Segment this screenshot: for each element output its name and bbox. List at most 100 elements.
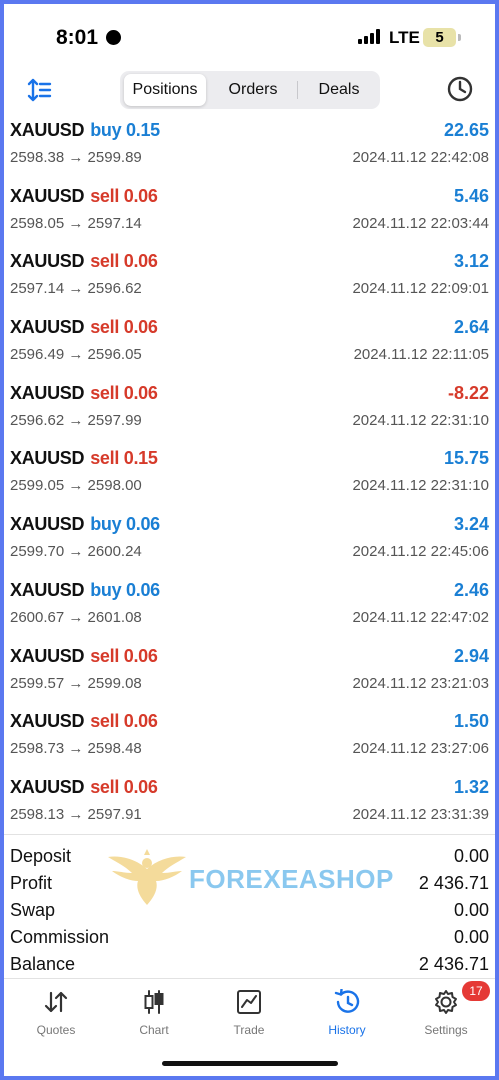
- deal-prices: 2599.70 → 2600.24: [10, 543, 142, 561]
- symbol-name: XAUUSD: [10, 448, 85, 469]
- symbol-name: XAUUSD: [10, 579, 85, 600]
- quotes-icon: [44, 991, 68, 1013]
- deal-profit: -8.22: [447, 382, 489, 403]
- side-label: sell: [90, 448, 120, 469]
- deal-profit: 2.94: [453, 645, 489, 666]
- tab-trade-label: Trade: [233, 1023, 265, 1037]
- volume-label: 0.06: [123, 185, 158, 206]
- clock-icon[interactable]: [446, 75, 474, 103]
- deal-time: 2024.11.12 23:21:03: [352, 674, 489, 692]
- tab-orders[interactable]: Orders: [212, 74, 294, 106]
- deal-side: sell 0.06: [90, 185, 158, 206]
- volume-label: 0.06: [123, 251, 158, 272]
- symbol-name: XAUUSD: [10, 317, 85, 338]
- deal-time: 2024.11.12 23:31:39: [352, 805, 489, 823]
- deal-profit: 1.50: [453, 711, 489, 732]
- symbol-name: XAUUSD: [10, 711, 85, 732]
- status-time: 8:01: [56, 26, 99, 49]
- deal-row[interactable]: XAUUSD sell 0.06 2.64 2596.49 → 2596.05 2024…: [4, 313, 495, 379]
- summary-value: 2 436.71: [418, 873, 489, 893]
- settings-badge: 17: [462, 981, 490, 1001]
- volume-label: 0.15: [123, 448, 158, 469]
- symbol-name: XAUUSD: [10, 120, 85, 140]
- deal-row[interactable]: XAUUSD buy 0.06 2.46 2600.67 → 2601.08 2024.…: [4, 576, 495, 642]
- deal-profit: 22.65: [443, 120, 489, 140]
- deal-symbol: XAUUSD sell 0.06: [10, 317, 158, 338]
- deal-prices: 2599.05 → 2598.00: [10, 477, 142, 495]
- tab-quotes[interactable]: Quotes: [16, 989, 96, 1043]
- deal-prices: 2598.38 → 2599.89: [10, 149, 142, 166]
- tab-history[interactable]: History: [307, 989, 387, 1043]
- tab-settings[interactable]: 17 Settings: [406, 981, 490, 1043]
- tab-trade[interactable]: Trade: [209, 989, 289, 1043]
- side-label: sell: [90, 185, 120, 206]
- summary-label: Commission: [10, 927, 110, 947]
- deal-row[interactable]: XAUUSD buy 0.06 3.24 2599.70 → 2600.24 2024.…: [4, 510, 495, 576]
- volume-label: 0.06: [123, 645, 158, 666]
- symbol-name: XAUUSD: [10, 776, 85, 797]
- deal-row[interactable]: XAUUSD sell 0.06 2.94 2599.57 → 2599.08 2024…: [4, 642, 495, 708]
- summary-label: Deposit: [10, 846, 72, 866]
- deal-symbol: XAUUSD sell 0.06: [10, 646, 158, 667]
- summary-row: Balance 2 436.71: [4, 949, 495, 976]
- deal-profit: 15.75: [443, 448, 489, 469]
- deal-time: 2024.11.12 23:27:06: [352, 740, 489, 758]
- deal-prices: 2598.05 → 2597.14: [10, 214, 142, 232]
- volume-label: 0.06: [126, 514, 160, 535]
- deal-prices: 2596.49 → 2596.05: [10, 346, 142, 364]
- deal-symbol: XAUUSD buy 0.15: [10, 120, 160, 141]
- tab-quotes-label: Quotes: [36, 1023, 76, 1037]
- deal-time: 2024.11.12 22:09:01: [352, 280, 489, 298]
- deal-symbol: XAUUSD sell 0.06: [10, 383, 158, 404]
- deals-list: XAUUSD buy 0.15 22.65 2598.38 → 2599.89 2024…: [4, 116, 495, 839]
- deal-symbol: XAUUSD sell 0.06: [10, 711, 158, 732]
- deal-prices: 2599.57 → 2599.08: [10, 674, 142, 692]
- sort-icon[interactable]: [26, 77, 54, 103]
- tab-positions[interactable]: Positions: [124, 74, 206, 106]
- deal-row[interactable]: XAUUSD buy 0.15 22.65 2598.38 → 2599.89 2024…: [4, 116, 495, 182]
- deal-profit: 3.12: [453, 251, 489, 272]
- deal-time: 2024.11.12 22:31:10: [352, 411, 489, 429]
- deal-profit: 2.46: [453, 579, 489, 600]
- deal-side: sell 0.06: [90, 251, 158, 272]
- history-icon: [334, 989, 360, 1013]
- eagle-logo-icon: [106, 849, 188, 909]
- settings-icon: [435, 990, 457, 1014]
- tab-deals[interactable]: Deals: [300, 74, 378, 106]
- deal-symbol: XAUUSD sell 0.06: [10, 777, 158, 798]
- home-indicator[interactable]: [162, 1061, 338, 1066]
- deal-time: 2024.11.12 22:42:08: [352, 149, 489, 166]
- deal-row[interactable]: XAUUSD sell 0.06 -8.22 2596.62 → 2597.99 202…: [4, 379, 495, 445]
- tab-history-label: History: [328, 1023, 366, 1037]
- tab-chart-label: Chart: [139, 1023, 169, 1037]
- battery-tip: [458, 34, 461, 41]
- deal-side: sell 0.06: [90, 711, 158, 731]
- deal-side: buy 0.06: [90, 514, 160, 534]
- battery-level: 5: [435, 29, 444, 46]
- deal-time: 2024.11.12 22:11:05: [353, 346, 489, 364]
- side-label: sell: [90, 645, 120, 666]
- deal-side: sell 0.06: [90, 317, 158, 337]
- battery-icon: 5: [423, 28, 456, 47]
- deal-side: sell 0.06: [90, 382, 158, 403]
- deal-row[interactable]: XAUUSD sell 0.06 1.50 2598.73 → 2598.48 2024…: [4, 707, 495, 773]
- deal-prices: 2596.62 → 2597.99: [10, 411, 142, 429]
- app-screen: 8:01 LTE 5 Positions Orders Deals XAUUSD…: [4, 4, 495, 1076]
- tab-chart[interactable]: Chart: [114, 989, 194, 1043]
- segmented-control: Positions Orders Deals: [120, 71, 380, 109]
- deal-profit: 5.46: [453, 185, 489, 206]
- deal-row[interactable]: XAUUSD sell 0.06 1.32 2598.13 → 2597.91 2024…: [4, 773, 495, 839]
- side-label: buy: [90, 514, 122, 535]
- side-label: sell: [90, 382, 120, 403]
- deal-time: 2024.11.12 22:45:06: [352, 543, 489, 561]
- deal-symbol: XAUUSD sell 0.06: [10, 251, 158, 272]
- volume-label: 0.06: [123, 382, 158, 403]
- symbol-name: XAUUSD: [10, 645, 85, 666]
- summary-value: 0.00: [453, 900, 489, 920]
- deal-row[interactable]: XAUUSD sell 0.06 3.12 2597.14 → 2596.62 2024…: [4, 247, 495, 313]
- deal-row[interactable]: XAUUSD sell 0.15 15.75 2599.05 → 2598.00 202…: [4, 444, 495, 510]
- recording-dot-icon: [106, 30, 121, 45]
- deal-row[interactable]: XAUUSD sell 0.06 5.46 2598.05 → 2597.14 2024…: [4, 182, 495, 248]
- deal-side: buy 0.06: [90, 580, 160, 600]
- summary-panel: Deposit 0.00 Profit 2 436.71 Swap 0.00 Commiss…: [4, 834, 495, 976]
